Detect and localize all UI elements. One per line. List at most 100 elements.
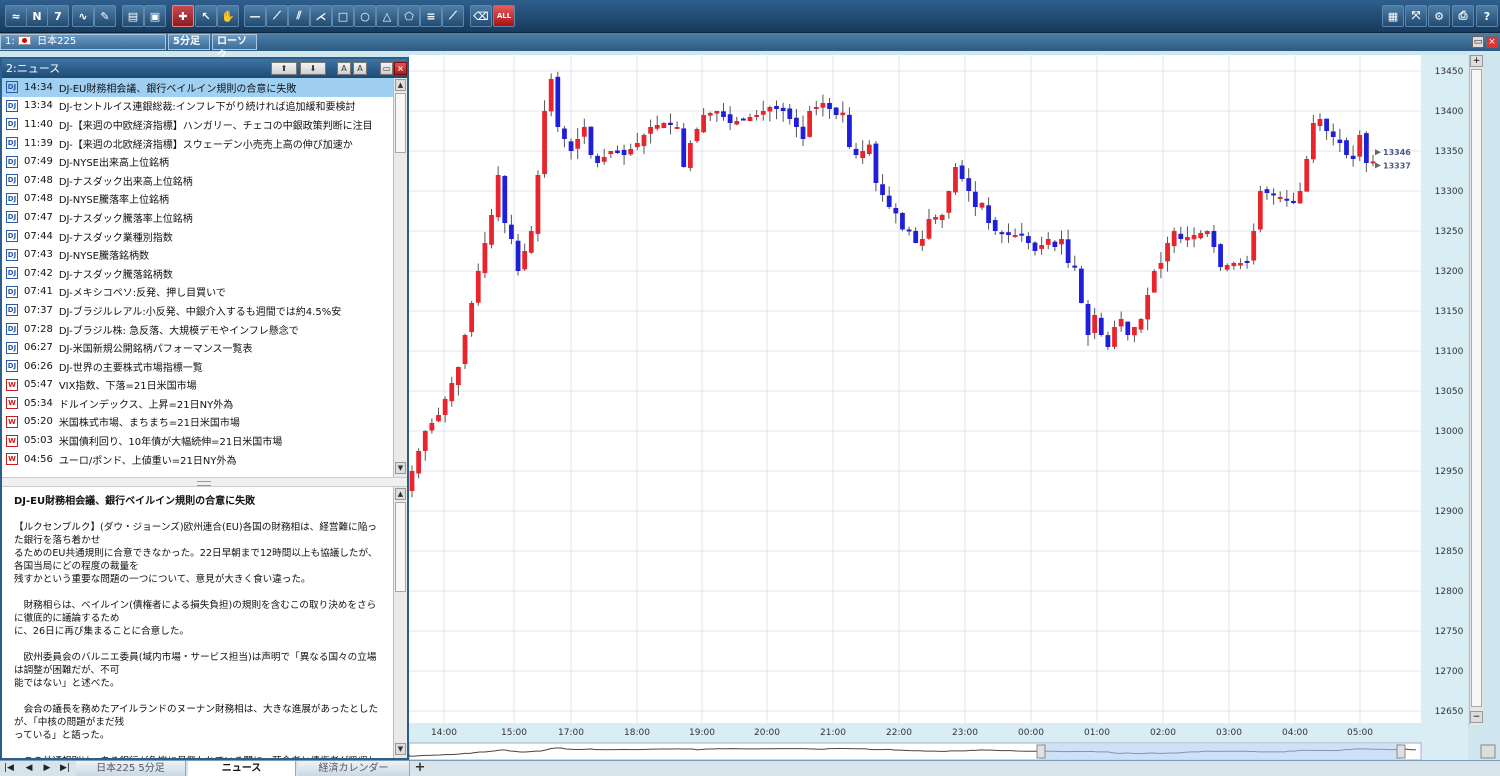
news-headline-list[interactable]: DJ 14:34 DJ-EU財務相会議、銀行ベイルイン規則の合意に失敗 DJ 13:34… (2, 78, 395, 475)
article-line: 残すかという重要な問題の一つについて、意見が大きく食い違った。 (14, 574, 311, 585)
bottom-tab[interactable]: 日本225 5分足 (76, 761, 186, 776)
candle-body (509, 224, 514, 239)
candle-body (1006, 232, 1011, 235)
news-list-item[interactable]: DJ 13:34 DJ-セントルイス連銀総裁:インフレ下がり続ければ追加緩和要検討 (2, 97, 395, 116)
news-list-item[interactable]: DJ 07:41 DJ-メキシコペソ:反発、押し目買いで (2, 283, 395, 302)
delete-all-icon[interactable]: ALL (493, 5, 515, 27)
news-list-item[interactable]: DJ 07:28 DJ-ブラジル株: 急反落、大規模デモやインフレ懸念で (2, 320, 395, 339)
triangle-icon[interactable]: △ (376, 5, 398, 27)
candle-body (926, 219, 932, 239)
pentagon-icon[interactable]: ⬠ (398, 5, 420, 27)
candle-body (1330, 131, 1336, 137)
window-layout-icon[interactable]: ▦ (1382, 5, 1404, 27)
article-scrollbar[interactable]: ▲ ▼ (393, 487, 407, 758)
close-icon[interactable]: × (394, 62, 407, 75)
add-tab-icon[interactable]: + (413, 761, 427, 775)
chart-restore-icon[interactable]: ▭ (1472, 36, 1484, 48)
article-scroll-up-icon[interactable]: ▲ (395, 488, 406, 500)
chart-close-icon[interactable]: × (1486, 36, 1498, 48)
news-list-item[interactable]: DJ 07:49 DJ-NYSE出来高上位銘柄 (2, 152, 395, 171)
prev-tab-icon[interactable]: ◀ (22, 762, 36, 775)
last-tab-icon[interactable]: ▶| (58, 762, 72, 775)
first-tab-icon[interactable]: |◀ (2, 762, 16, 775)
news-list-item[interactable]: DJ 07:48 DJ-NYSE騰落率上位銘柄 (2, 190, 395, 209)
news-list-item[interactable]: DJ 14:34 DJ-EU財務相会議、銀行ベイルイン規則の合意に失敗 (2, 78, 395, 97)
news-list-item[interactable]: W 05:34 ドルインデックス、上昇=21日NY外為 (2, 394, 395, 413)
print-icon[interactable]: ⎙ (1452, 5, 1474, 27)
list-scroll-thumb[interactable] (395, 93, 406, 153)
news-icon[interactable]: N (26, 5, 48, 27)
news-list-item[interactable]: DJ 07:43 DJ-NYSE騰落銘柄数 (2, 245, 395, 264)
hand-icon[interactable]: ✋ (217, 5, 239, 27)
news-time: 07:48 (24, 193, 53, 205)
calendar-icon[interactable]: 7 (47, 5, 69, 27)
circle-icon[interactable]: ○ (354, 5, 376, 27)
restore-window-icon[interactable]: ▭ (380, 62, 393, 75)
price-scale-scrollbar[interactable]: + − (1469, 55, 1483, 725)
news-list-item[interactable]: DJ 06:26 DJ-世界の主要株式市場指標一覧 (2, 357, 395, 376)
price-scroll-thumb[interactable] (1471, 69, 1482, 707)
instrument-selector[interactable]: 1: 日本225 (0, 34, 166, 50)
news-list-item[interactable]: DJ 07:42 DJ-ナスダック騰落銘柄数 (2, 264, 395, 283)
list-scroll-up-icon[interactable]: ▲ (395, 79, 406, 91)
rectangle-icon[interactable]: □ (332, 5, 354, 27)
scroll-down-icon[interactable]: ⬇ (300, 62, 326, 75)
news-headline: DJ-ブラジル株: 急反落、大規模デモやインフレ懸念で (58, 325, 299, 337)
horizontal-line-icon[interactable]: — (244, 5, 266, 27)
trend-line-icon[interactable]: ⟋ (266, 5, 288, 27)
fullscreen-icon[interactable]: ⤧ (1405, 5, 1427, 27)
panel-splitter[interactable] (2, 477, 407, 487)
news-list-item[interactable]: W 04:56 ユーロ/ポンド、上値重い=21日NY外為 (2, 450, 395, 469)
interval-selector[interactable]: 5分足 (168, 34, 210, 50)
candle-body (966, 178, 972, 191)
bottom-tab[interactable]: 経済カレンダー (298, 761, 410, 776)
news-list-scrollbar[interactable]: ▲ ▼ (393, 78, 407, 477)
font-larger-icon[interactable]: A (337, 62, 351, 75)
news-list-item[interactable]: DJ 07:48 DJ-ナスダック出来高上位銘柄 (2, 171, 395, 190)
news-list-item[interactable]: W 05:03 米国債利回り、10年債が大幅続伸=21日米国市場 (2, 431, 395, 450)
bottom-tab[interactable]: ニュース (188, 761, 296, 776)
fibonacci-icon[interactable]: ≡ (420, 5, 442, 27)
news-list-item[interactable]: DJ 07:37 DJ-ブラジルレアル:小反発、中銀介入するも週間では約4.5%安 (2, 301, 395, 320)
candle-type-selector[interactable]: ローソク (212, 34, 257, 61)
zoom-out-icon[interactable]: − (1470, 711, 1483, 723)
candle-body (442, 399, 448, 416)
news-list-item[interactable]: DJ 07:44 DJ-ナスダック業種別指数 (2, 227, 395, 246)
pen-icon[interactable]: ✎ (94, 5, 116, 27)
candlestick-chart[interactable]: 13450 13400 13350 13300 13250 13200 13150 13100… (409, 55, 1500, 760)
price-tick-label: 13250 (1435, 227, 1464, 237)
next-tab-icon[interactable]: ▶ (40, 762, 54, 775)
fan-icon[interactable]: ⋌ (310, 5, 332, 27)
price-tick-label: 13100 (1435, 347, 1464, 357)
font-smaller-icon[interactable]: A (353, 62, 367, 75)
save-icon[interactable]: ▣ (144, 5, 166, 27)
news-list-item[interactable]: W 05:47 VIX指数、下落=21日米国市場 (2, 376, 395, 395)
layout-icon[interactable]: ▤ (122, 5, 144, 27)
news-list-item[interactable]: DJ 11:40 DJ-【来週の中欧経済指標】ハンガリー、チェコの中銀政策判断に注目 (2, 115, 395, 134)
pointer-icon[interactable]: ↖ (195, 5, 217, 27)
article-scroll-thumb[interactable] (395, 502, 406, 592)
eraser-icon[interactable]: ⌫ (470, 5, 492, 27)
settings-gear-icon[interactable]: ⚙ (1428, 5, 1450, 27)
news-list-item[interactable]: DJ 06:27 DJ-米国新規公開銘柄パフォーマンス一覧表 (2, 338, 395, 357)
crosshair-icon[interactable]: ✚ (172, 5, 194, 27)
gann-icon[interactable]: ⟋ (442, 5, 464, 27)
chart-panel[interactable]: 13450 13400 13350 13300 13250 13200 13150 13100… (409, 55, 1500, 760)
news-list-item[interactable]: DJ 11:39 DJ-【来週の北欧経済指標】スウェーデン小売売上高の伸び加速か (2, 134, 395, 153)
time-tick-label: 14:00 (431, 728, 457, 738)
candle-body (747, 117, 753, 122)
candle-body (588, 126, 594, 155)
channel-icon[interactable]: ⫽ (288, 5, 310, 27)
zoom-in-icon[interactable]: + (1470, 55, 1483, 67)
scroll-up-icon[interactable]: ⬆ (271, 62, 297, 75)
news-list-item[interactable]: DJ 07:47 DJ-ナスダック騰落率上位銘柄 (2, 208, 395, 227)
candle-body (979, 203, 985, 208)
indicator-icon[interactable]: ∿ (72, 5, 94, 27)
news-list-item[interactable]: W 05:20 米国株式市場、まちまち=21日米国市場 (2, 413, 395, 432)
help-icon[interactable]: ? (1476, 5, 1498, 27)
chart-icon[interactable]: ≈ (5, 5, 27, 27)
candle-body (754, 115, 760, 117)
article-scroll-down-icon[interactable]: ▼ (395, 743, 406, 755)
window-index: 1: (5, 36, 15, 47)
list-scroll-down-icon[interactable]: ▼ (395, 462, 406, 474)
